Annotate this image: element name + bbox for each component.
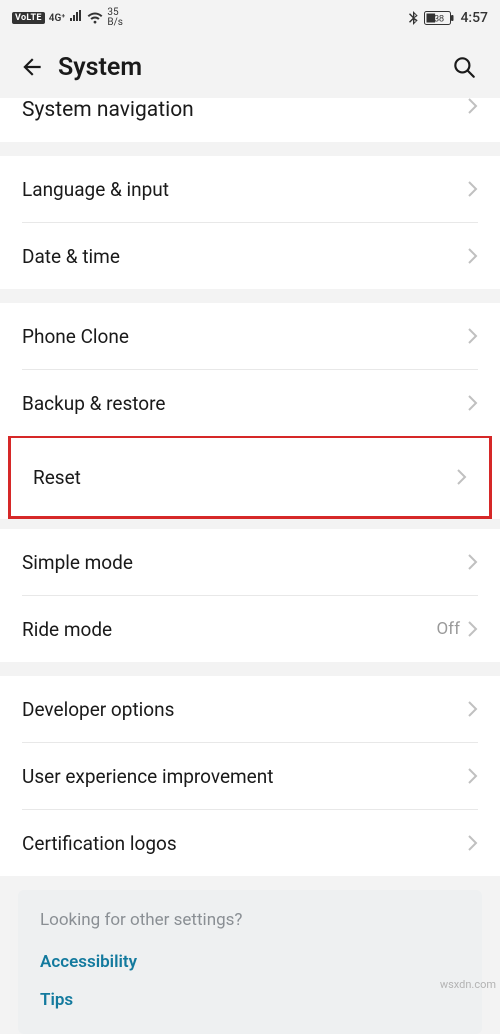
chevron-right-icon	[468, 328, 478, 344]
battery-icon: 38	[424, 11, 454, 25]
group-backup: Phone Clone Backup & restore Reset	[0, 303, 500, 519]
row-label: Phone Clone	[22, 325, 129, 348]
group-modes: Simple mode Ride mode Off	[0, 529, 500, 662]
clock: 4:57	[460, 10, 488, 26]
group-language-date: Language & input Date & time	[0, 156, 500, 289]
chevron-right-icon	[468, 768, 478, 784]
row-user-experience-improvement[interactable]: User experience improvement	[0, 743, 500, 809]
row-value: Off	[436, 619, 460, 639]
volte-badge: VoLTE	[12, 12, 45, 24]
row-reset[interactable]: Reset	[11, 438, 489, 516]
watermark: wsxdn.com	[440, 978, 496, 991]
chevron-right-icon	[468, 98, 478, 114]
row-label: Ride mode	[22, 618, 112, 641]
row-simple-mode[interactable]: Simple mode	[0, 529, 500, 595]
chevron-right-icon	[468, 181, 478, 197]
chevron-right-icon	[468, 248, 478, 264]
group-developer: Developer options User experience improv…	[0, 676, 500, 876]
row-developer-options[interactable]: Developer options	[0, 676, 500, 742]
row-label: Backup & restore	[22, 392, 165, 415]
signal-icon	[69, 10, 83, 26]
row-ride-mode[interactable]: Ride mode Off	[0, 596, 500, 662]
link-accessibility[interactable]: Accessibility	[40, 946, 460, 978]
row-label: Simple mode	[22, 551, 133, 574]
app-header: System	[0, 36, 500, 98]
row-label: System navigation	[22, 98, 194, 122]
chevron-right-icon	[457, 469, 467, 485]
row-label: User experience improvement	[22, 765, 273, 788]
highlight-reset: Reset	[8, 435, 492, 519]
row-label: Language & input	[22, 178, 169, 201]
back-button[interactable]	[10, 45, 54, 89]
status-bar: VoLTE 4G⁺ 35 B/s 38 4:57	[0, 0, 500, 36]
network-gen: 4G⁺	[49, 13, 66, 24]
row-label: Reset	[33, 466, 81, 489]
row-system-navigation[interactable]: System navigation	[0, 98, 500, 142]
card-title: Looking for other settings?	[40, 910, 460, 930]
chevron-right-icon	[468, 395, 478, 411]
row-label: Developer options	[22, 698, 174, 721]
bluetooth-icon	[409, 11, 418, 25]
settings-list: System navigation Language & input Date …	[0, 98, 500, 1034]
row-certification-logos[interactable]: Certification logos	[0, 810, 500, 876]
other-settings-card: Looking for other settings? Accessibilit…	[18, 890, 482, 1034]
row-phone-clone[interactable]: Phone Clone	[0, 303, 500, 369]
chevron-right-icon	[468, 701, 478, 717]
row-label: Certification logos	[22, 832, 177, 855]
row-label: Date & time	[22, 245, 120, 268]
network-speed: 35 B/s	[107, 8, 123, 28]
page-title: System	[58, 53, 442, 82]
wifi-icon	[87, 12, 103, 24]
chevron-right-icon	[468, 621, 478, 637]
link-tips[interactable]: Tips	[40, 984, 460, 1016]
chevron-right-icon	[468, 554, 478, 570]
chevron-right-icon	[468, 835, 478, 851]
svg-text:38: 38	[434, 14, 444, 24]
search-button[interactable]	[442, 45, 486, 89]
row-backup-restore[interactable]: Backup & restore	[0, 370, 500, 436]
row-language-input[interactable]: Language & input	[0, 156, 500, 222]
row-date-time[interactable]: Date & time	[0, 223, 500, 289]
